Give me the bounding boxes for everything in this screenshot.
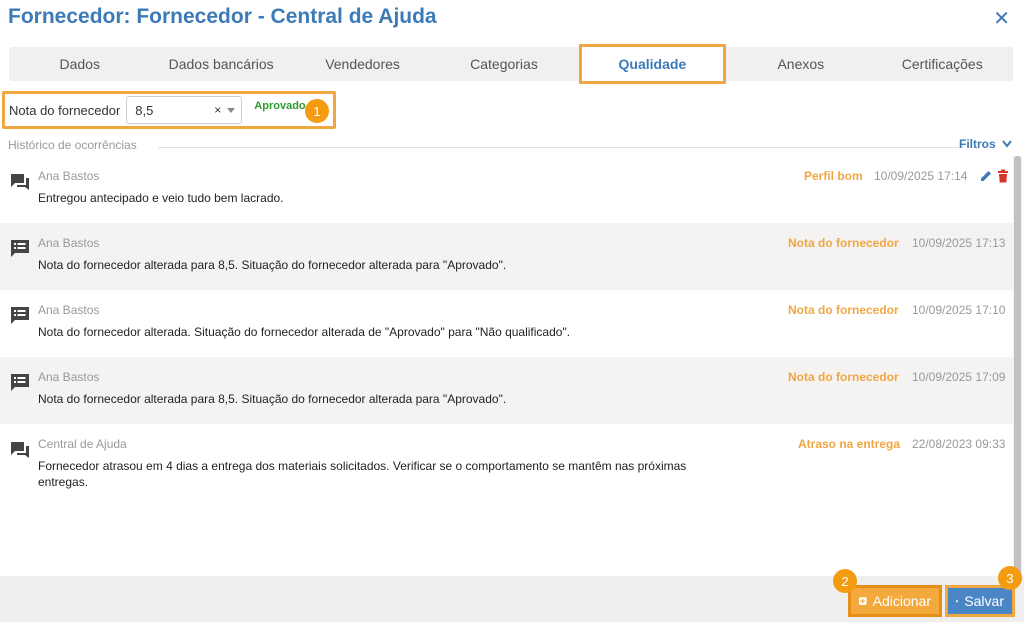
history-title: Histórico de ocorrências — [8, 138, 137, 152]
tab-dados-bancarios[interactable]: Dados bancários — [150, 47, 291, 81]
pencil-icon[interactable] — [979, 169, 993, 183]
entry-tag: Nota do fornecedor — [788, 370, 899, 384]
tab-bar: Dados Dados bancários Vendedores Categor… — [9, 44, 1013, 84]
comment-icon — [11, 174, 29, 190]
tab-anexos[interactable]: Anexos — [730, 47, 871, 81]
entry-author: Ana Bastos — [38, 169, 100, 183]
entry-text: Nota do fornecedor alterada. Situação do… — [38, 325, 571, 339]
floppy-disk-icon — [956, 599, 959, 603]
entry-author: Central de Ajuda — [38, 437, 127, 451]
entry-text: Entregou antecipado e veio tudo bem lacr… — [38, 191, 284, 205]
entry-date: 10/09/2025 17:09 — [912, 370, 1006, 384]
entry-date: 22/08/2023 09:33 — [912, 437, 1006, 451]
entry-tag: Perfil bom — [804, 169, 863, 183]
tab-dados[interactable]: Dados — [9, 47, 150, 81]
entry-text: Nota do fornecedor alterada para 8,5. Si… — [38, 392, 507, 406]
modal-header: Fornecedor: Fornecedor - Central de Ajud… — [0, 0, 1024, 38]
nota-value: 8,5 — [135, 102, 154, 118]
divider — [158, 147, 964, 148]
save-button-label: Salvar — [964, 593, 1004, 609]
tab-vendedores[interactable]: Vendedores — [292, 47, 433, 81]
step-marker-1: 1 — [305, 99, 329, 123]
add-button[interactable]: Adicionar — [848, 585, 942, 617]
nota-label: Nota do fornecedor — [9, 102, 121, 118]
tab-certificacoes[interactable]: Certificações — [872, 47, 1013, 81]
entry-text: Nota do fornecedor alterada para 8,5. Si… — [38, 258, 507, 272]
list-note-icon — [11, 307, 29, 324]
close-icon[interactable]: ✕ — [993, 6, 1010, 31]
step-marker-2: 2 — [833, 569, 857, 593]
entry-text: Fornecedor atrasou em 4 dias a entrega d… — [38, 459, 687, 489]
entry-date: 10/09/2025 17:14 — [874, 169, 968, 183]
filters-label: Filtros — [958, 137, 996, 151]
nota-select[interactable]: 8,5 × — [126, 96, 243, 124]
entry-tag: Nota do fornecedor — [788, 236, 899, 250]
entry-date: 10/09/2025 17:13 — [912, 236, 1006, 250]
list-item: Ana Bastos Entregou antecipado e veio tu… — [0, 156, 1013, 223]
filters-toggle[interactable]: Filtros — [959, 137, 1012, 151]
scrollbar-thumb[interactable] — [1014, 156, 1021, 576]
status-badge: Aprovado — [254, 100, 306, 112]
chevron-down-icon — [1002, 140, 1012, 148]
step-marker-3: 3 — [998, 566, 1022, 590]
save-button[interactable]: Salvar — [945, 585, 1015, 617]
entry-author: Ana Bastos — [38, 370, 100, 384]
caret-down-icon[interactable] — [227, 108, 236, 113]
comment-icon — [11, 442, 29, 458]
list-item: Ana Bastos Nota do fornecedor alterada. … — [0, 290, 1013, 357]
trash-icon[interactable] — [997, 169, 1009, 183]
add-button-label: Adicionar — [872, 593, 931, 609]
list-item: Ana Bastos Nota do fornecedor alterada p… — [0, 357, 1013, 424]
entry-date: 10/09/2025 17:10 — [912, 303, 1006, 317]
tab-categorias[interactable]: Categorias — [433, 47, 574, 81]
list-item: Central de Ajuda Fornecedor atrasou em 4… — [0, 424, 1013, 504]
history-list: Ana Bastos Entregou antecipado e veio tu… — [0, 156, 1013, 576]
plus-square-icon — [859, 597, 867, 605]
entry-tag: Nota do fornecedor — [788, 303, 899, 317]
nota-fornecedor-group: Nota do fornecedor 8,5 × Aprovado — [2, 91, 336, 129]
entry-author: Ana Bastos — [38, 236, 100, 250]
tab-qualidade[interactable]: Qualidade — [578, 44, 727, 84]
entry-author: Ana Bastos — [38, 303, 100, 317]
list-note-icon — [11, 240, 29, 257]
list-note-icon — [11, 374, 29, 391]
list-item: Ana Bastos Nota do fornecedor alterada p… — [0, 223, 1013, 290]
modal-title: Fornecedor: Fornecedor - Central de Ajud… — [8, 5, 437, 28]
entry-tag: Atraso na entrega — [798, 437, 901, 451]
clear-icon[interactable]: × — [214, 103, 221, 117]
scrollbar[interactable] — [1013, 156, 1022, 576]
